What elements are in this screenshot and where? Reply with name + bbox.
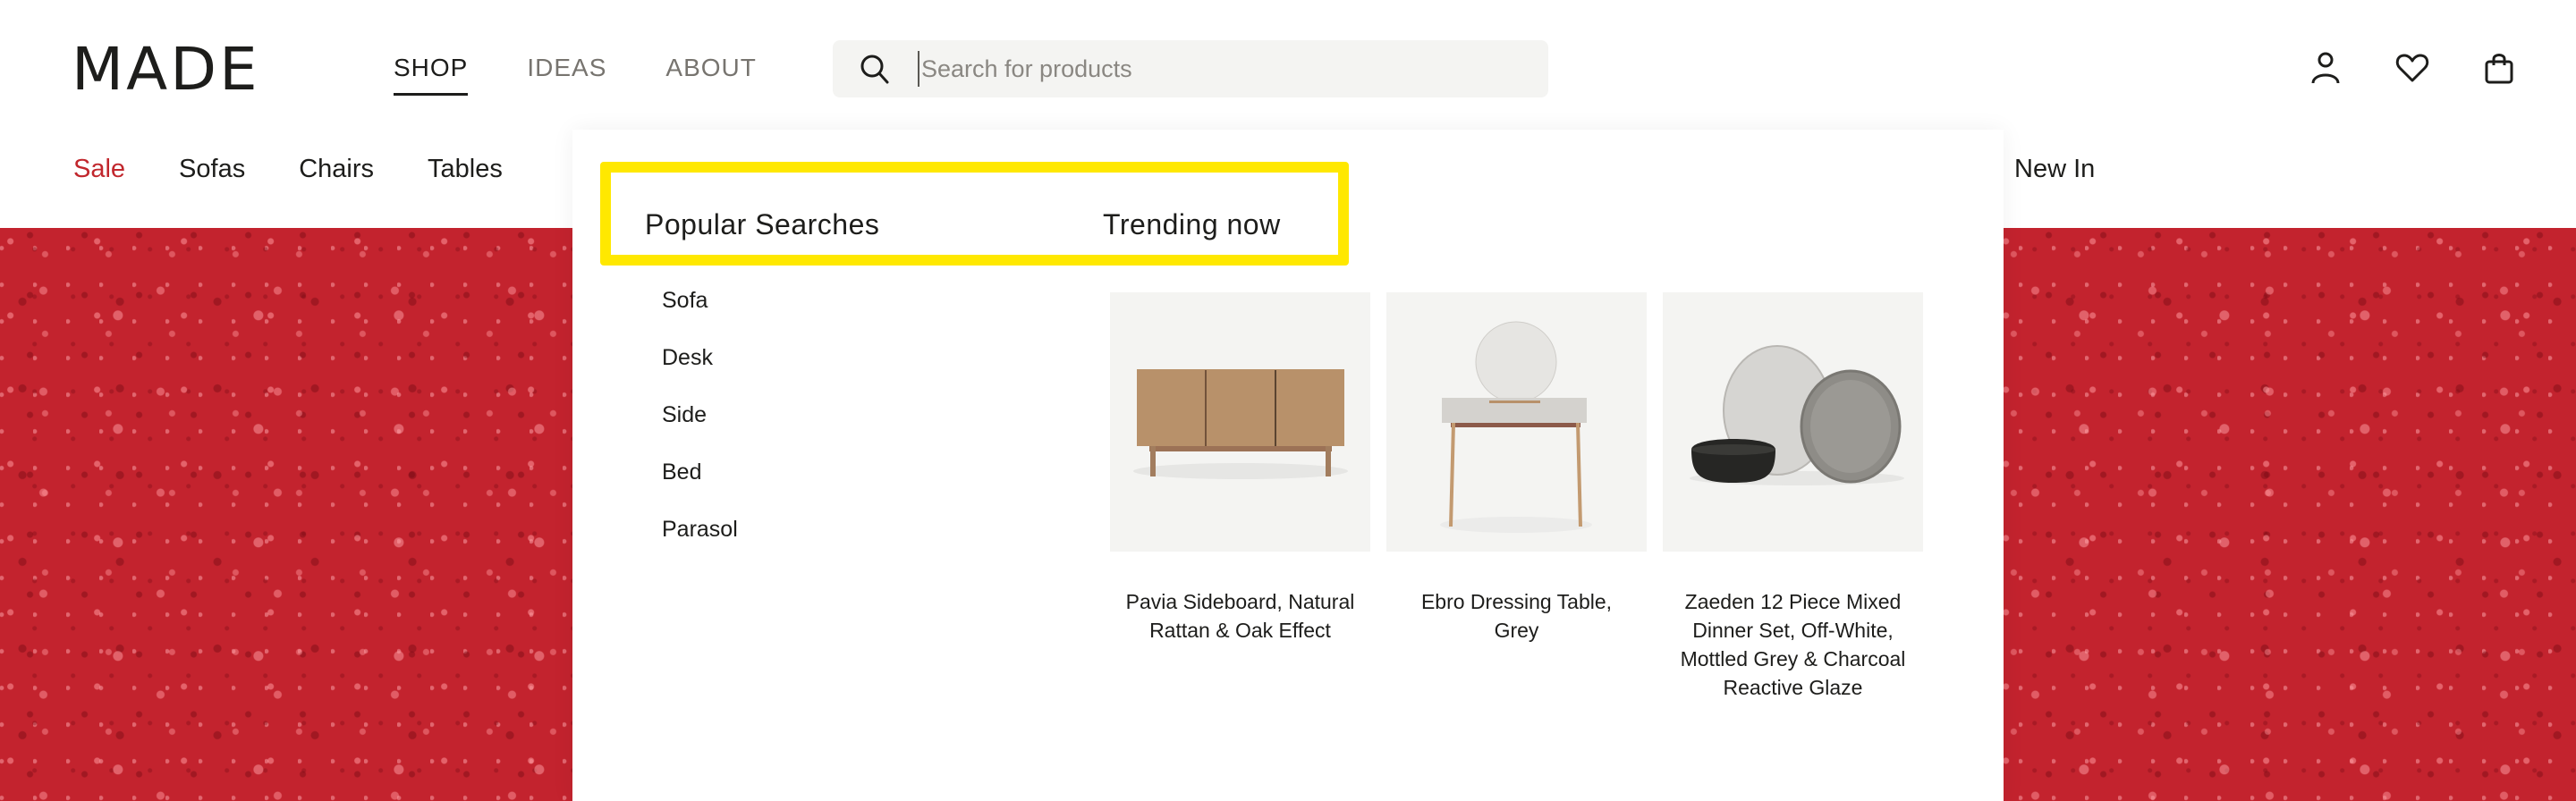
category-sale[interactable]: Sale bbox=[73, 152, 125, 186]
popular-search-link[interactable]: Desk bbox=[662, 345, 713, 370]
nav-shop[interactable]: SHOP bbox=[394, 52, 469, 96]
category-new-in[interactable]: New In bbox=[2014, 152, 2095, 186]
category-chairs[interactable]: Chairs bbox=[299, 152, 374, 186]
category-nav: Sale Sofas Chairs Tables bbox=[73, 152, 556, 186]
trending-now-heading: Trending now bbox=[1103, 208, 1281, 240]
wishlist-heart-icon[interactable] bbox=[2394, 50, 2430, 86]
header-actions bbox=[2308, 50, 2517, 86]
product-image-sideboard[interactable] bbox=[1110, 292, 1370, 552]
shopping-bag-icon[interactable] bbox=[2481, 50, 2517, 86]
product-card[interactable]: Zaeden 12 Piece Mixed Dinner Set, Off-Wh… bbox=[1663, 292, 1923, 702]
popular-searches-heading: Popular Searches bbox=[645, 208, 880, 240]
category-sofas[interactable]: Sofas bbox=[179, 152, 245, 186]
nav-about[interactable]: ABOUT bbox=[665, 52, 756, 84]
popular-search-link[interactable]: Parasol bbox=[662, 517, 738, 542]
search-input[interactable] bbox=[918, 51, 1499, 87]
product-name[interactable]: Zaeden 12 Piece Mixed Dinner Set, Off-Wh… bbox=[1663, 587, 1923, 702]
list-item: Desk bbox=[662, 341, 738, 399]
category-tables[interactable]: Tables bbox=[428, 152, 503, 186]
product-name[interactable]: Pavia Sideboard, Natural Rattan & Oak Ef… bbox=[1110, 587, 1370, 645]
list-item: Bed bbox=[662, 456, 738, 513]
list-item: Parasol bbox=[662, 513, 738, 570]
popular-searches-list: Sofa Desk Side Bed Parasol bbox=[662, 284, 738, 570]
made-logo[interactable]: MADE bbox=[72, 40, 260, 99]
nav-ideas[interactable]: IDEAS bbox=[527, 52, 606, 84]
product-image-dinner-set[interactable] bbox=[1663, 292, 1923, 552]
popular-search-link[interactable]: Bed bbox=[662, 460, 701, 485]
search-icon[interactable] bbox=[859, 53, 891, 85]
list-item: Sofa bbox=[662, 284, 738, 341]
search-bar[interactable] bbox=[833, 40, 1548, 97]
product-card[interactable]: Ebro Dressing Table, Grey bbox=[1386, 292, 1647, 702]
account-icon[interactable] bbox=[2308, 50, 2343, 86]
primary-nav: SHOP IDEAS ABOUT bbox=[394, 52, 816, 96]
popular-search-link[interactable]: Sofa bbox=[662, 288, 708, 313]
product-card[interactable]: Pavia Sideboard, Natural Rattan & Oak Ef… bbox=[1110, 292, 1370, 702]
list-item: Side bbox=[662, 399, 738, 456]
popular-search-link[interactable]: Side bbox=[662, 402, 707, 427]
product-image-dressing-table[interactable] bbox=[1386, 292, 1647, 552]
product-name[interactable]: Ebro Dressing Table, Grey bbox=[1386, 587, 1647, 645]
trending-products: Pavia Sideboard, Natural Rattan & Oak Ef… bbox=[1110, 292, 1939, 702]
